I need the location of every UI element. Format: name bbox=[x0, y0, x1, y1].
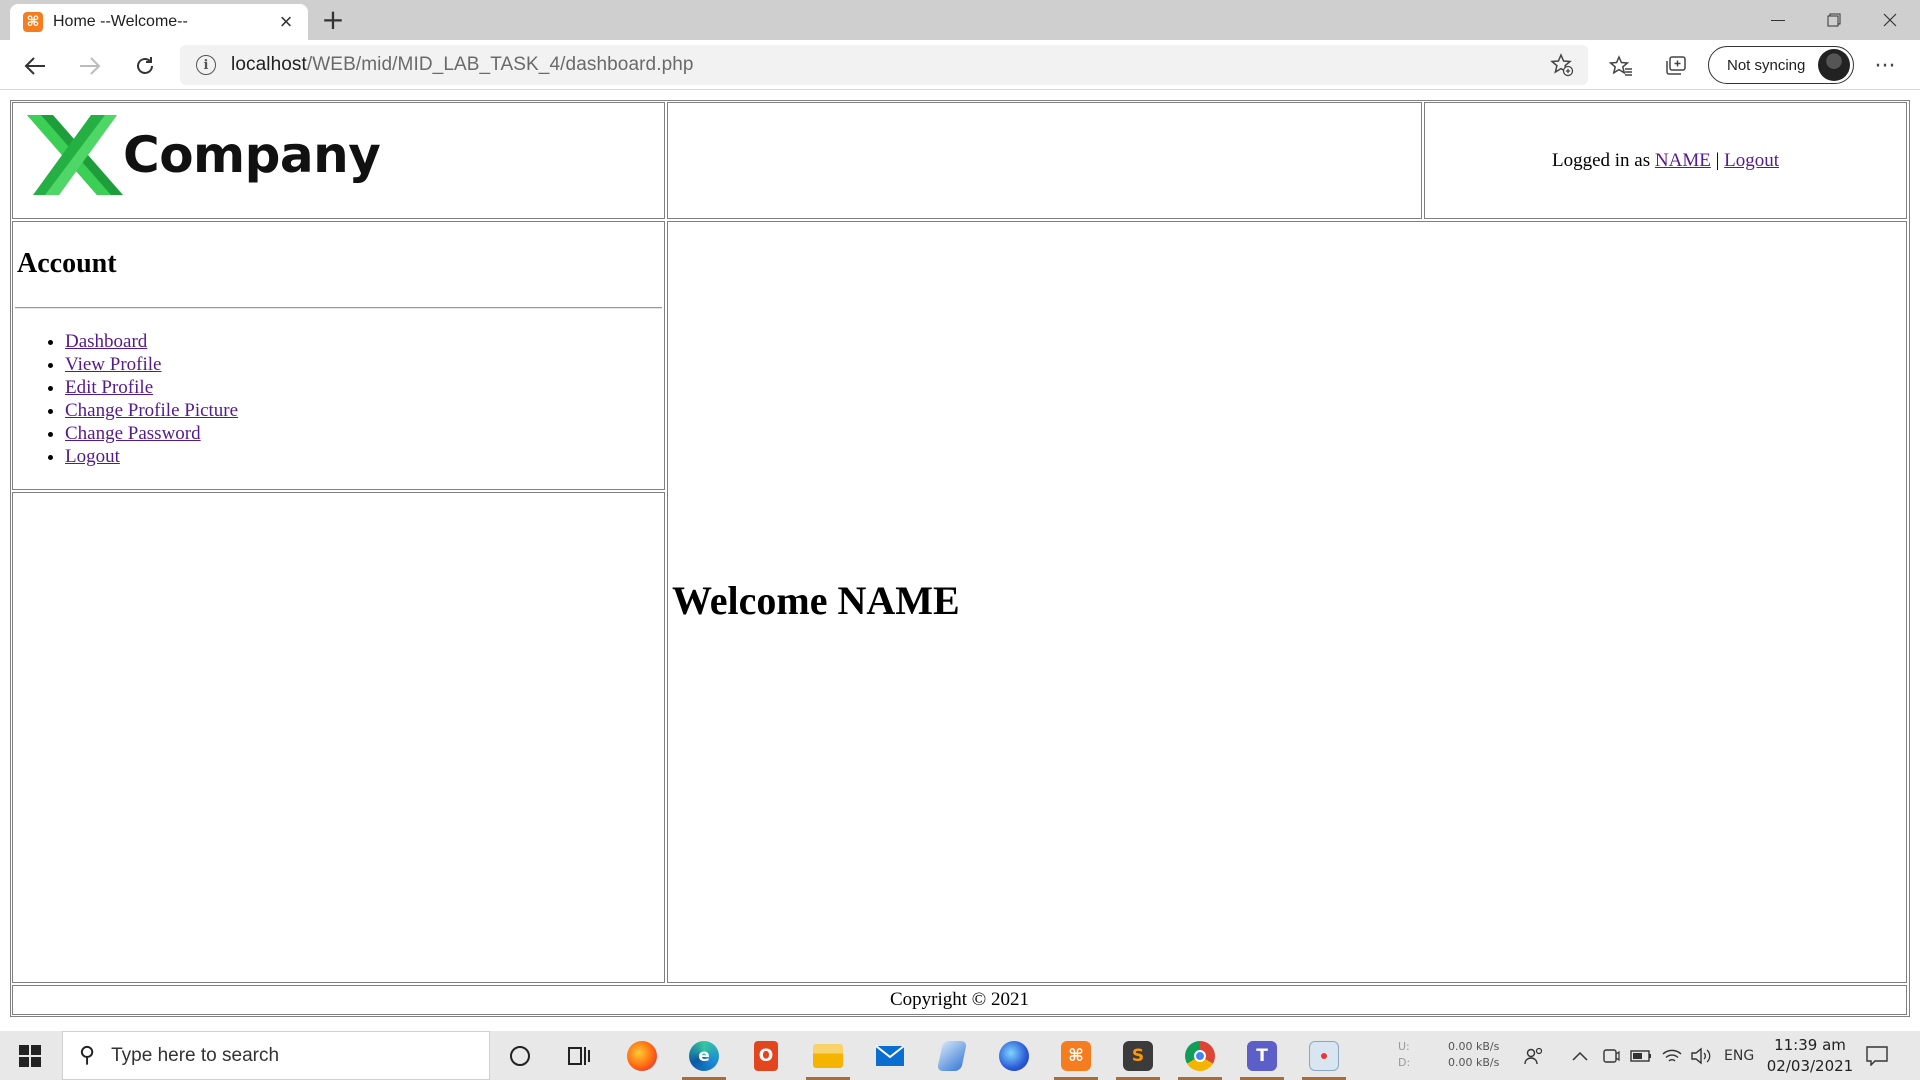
file-explorer-icon[interactable] bbox=[800, 1031, 856, 1080]
logged-in-prefix: Logged in as bbox=[1551, 149, 1651, 171]
network-speed: U: 0.00 kB/s D: 0.00 kB/s bbox=[1398, 1039, 1499, 1071]
company-logo: Company bbox=[27, 115, 381, 195]
tab-title: Home --Welcome-- bbox=[53, 13, 188, 30]
account-menu-cell: Account Dashboard View Profile Edit Prof… bbox=[12, 221, 665, 490]
back-arrow-icon[interactable] bbox=[17, 48, 53, 84]
list-item: Dashboard bbox=[65, 330, 238, 353]
list-item: Edit Profile bbox=[65, 376, 238, 399]
clock-time: 11:39 am bbox=[1774, 1036, 1846, 1054]
welcome-heading: Welcome NAME bbox=[672, 578, 960, 623]
upload-label: U: bbox=[1398, 1040, 1410, 1053]
close-window-icon[interactable] bbox=[1862, 0, 1918, 40]
divider bbox=[15, 307, 662, 309]
forward-arrow-icon[interactable] bbox=[72, 48, 108, 84]
close-tab-icon[interactable]: × bbox=[274, 11, 298, 33]
avatar bbox=[1818, 49, 1850, 81]
volume-icon[interactable] bbox=[1690, 1031, 1712, 1080]
separator: | bbox=[1715, 149, 1720, 171]
office-icon[interactable]: O bbox=[738, 1031, 794, 1080]
footer-cell: Copyright © 2021 bbox=[12, 985, 1907, 1015]
login-status: Logged in as NAME | Logout bbox=[1425, 103, 1906, 218]
notification-center-icon[interactable] bbox=[1866, 1031, 1888, 1080]
more-options-icon[interactable]: ··· bbox=[1867, 48, 1903, 84]
upload-speed: 0.00 kB/s bbox=[1448, 1040, 1500, 1053]
taskbar: ⚲ Type here to search e O ⌘ S T U: 0.00 … bbox=[0, 1031, 1920, 1080]
main-content-cell: Welcome NAME bbox=[667, 221, 1907, 983]
dashboard-link[interactable]: Dashboard bbox=[65, 331, 147, 352]
login-cell: Logged in as NAME | Logout bbox=[1424, 102, 1907, 219]
web-page: Company Logged in as NAME | Logout Accou… bbox=[0, 91, 1920, 1029]
firefox-dev-icon[interactable] bbox=[986, 1031, 1042, 1080]
sync-label: Not syncing bbox=[1727, 56, 1806, 74]
stack-app-icon[interactable] bbox=[924, 1031, 980, 1080]
taskbar-search-box[interactable]: ⚲ Type here to search bbox=[62, 1031, 490, 1080]
browser-tab-strip: ⌘ Home --Welcome-- × + bbox=[0, 0, 1920, 40]
search-icon: ⚲ bbox=[79, 1043, 96, 1068]
browser-toolbar: i localhost/WEB/mid/MID_LAB_TASK_4/dashb… bbox=[0, 40, 1920, 90]
chevron-up-icon[interactable] bbox=[1572, 1031, 1588, 1080]
account-heading: Account bbox=[17, 248, 117, 279]
search-placeholder: Type here to search bbox=[111, 1044, 280, 1066]
snipping-tool-icon[interactable] bbox=[1296, 1031, 1352, 1080]
language-indicator[interactable]: ENG bbox=[1724, 1031, 1754, 1080]
minimize-icon[interactable] bbox=[1750, 0, 1806, 40]
change-profile-picture-link[interactable]: Change Profile Picture bbox=[65, 400, 238, 421]
list-item: Change Profile Picture bbox=[65, 399, 238, 422]
user-name-link[interactable]: NAME bbox=[1655, 150, 1711, 172]
chrome-icon[interactable] bbox=[1172, 1031, 1228, 1080]
url-text[interactable]: localhost/WEB/mid/MID_LAB_TASK_4/dashboa… bbox=[231, 54, 694, 76]
windows-start-icon[interactable] bbox=[0, 1031, 60, 1080]
wifi-icon[interactable] bbox=[1662, 1031, 1682, 1080]
list-item: Change Password bbox=[65, 422, 238, 445]
header-logout-link[interactable]: Logout bbox=[1724, 150, 1779, 172]
xampp-icon: ⌘ bbox=[23, 12, 43, 32]
profile-sync-button[interactable]: Not syncing bbox=[1708, 46, 1854, 84]
copyright-text: Copyright © 2021 bbox=[890, 989, 1029, 1010]
system-clock[interactable]: 11:39 am 02/03/2021 bbox=[1760, 1035, 1860, 1077]
clock-date: 02/03/2021 bbox=[1766, 1057, 1854, 1075]
restore-icon[interactable] bbox=[1806, 0, 1862, 40]
header-middle-cell bbox=[667, 102, 1422, 219]
address-bar[interactable]: i localhost/WEB/mid/MID_LAB_TASK_4/dashb… bbox=[180, 45, 1588, 85]
task-view-icon[interactable] bbox=[552, 1031, 608, 1080]
teams-icon[interactable]: T bbox=[1234, 1031, 1290, 1080]
download-label: D: bbox=[1398, 1056, 1411, 1069]
add-favorite-icon[interactable] bbox=[1550, 53, 1574, 83]
logo-cell: Company bbox=[12, 102, 665, 219]
meet-now-icon[interactable] bbox=[1602, 1031, 1620, 1080]
download-speed: 0.00 kB/s bbox=[1448, 1056, 1500, 1069]
change-password-link[interactable]: Change Password bbox=[65, 423, 201, 444]
view-profile-link[interactable]: View Profile bbox=[65, 354, 161, 375]
new-tab-icon[interactable]: + bbox=[318, 6, 348, 36]
edit-profile-link[interactable]: Edit Profile bbox=[65, 377, 153, 398]
reload-icon[interactable] bbox=[127, 48, 163, 84]
sidebar-empty-cell bbox=[12, 492, 665, 983]
collections-icon[interactable] bbox=[1658, 48, 1694, 84]
logo-text: Company bbox=[123, 126, 381, 184]
account-menu: Dashboard View Profile Edit Profile Chan… bbox=[65, 330, 238, 468]
xampp-taskbar-icon[interactable]: ⌘ bbox=[1048, 1031, 1104, 1080]
sublime-text-icon[interactable]: S bbox=[1110, 1031, 1166, 1080]
firefox-icon[interactable] bbox=[614, 1031, 670, 1080]
cortana-icon[interactable] bbox=[492, 1031, 548, 1080]
favorites-icon[interactable] bbox=[1603, 48, 1639, 84]
info-icon[interactable]: i bbox=[196, 55, 216, 75]
x-logo-icon bbox=[27, 115, 123, 195]
list-item: View Profile bbox=[65, 353, 238, 376]
browser-tab[interactable]: ⌘ Home --Welcome-- × bbox=[10, 4, 308, 40]
sidebar-logout-link[interactable]: Logout bbox=[65, 446, 120, 467]
edge-icon[interactable]: e bbox=[676, 1031, 732, 1080]
list-item: Logout bbox=[65, 445, 238, 468]
people-icon[interactable] bbox=[1524, 1031, 1544, 1080]
battery-icon[interactable] bbox=[1630, 1031, 1652, 1080]
mail-icon[interactable] bbox=[862, 1031, 918, 1080]
